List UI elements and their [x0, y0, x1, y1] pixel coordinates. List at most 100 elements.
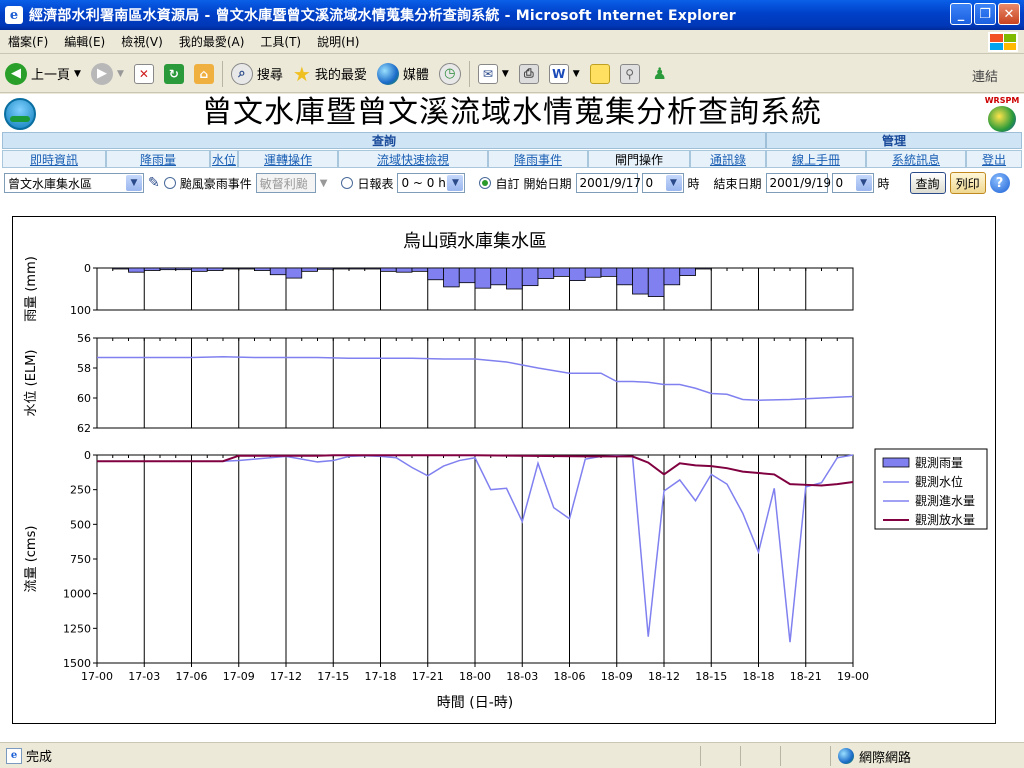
menu-view[interactable]: 檢視(V) — [113, 33, 171, 50]
rain-bar — [490, 267, 507, 286]
close-button[interactable]: ✕ — [998, 3, 1020, 25]
rain-bar — [332, 267, 350, 270]
rain-bar — [553, 267, 570, 277]
start-date-input[interactable]: 2001/9/17 — [575, 173, 641, 193]
messenger-button[interactable]: ♟ — [645, 58, 675, 90]
help-icon[interactable]: ? — [989, 173, 1010, 193]
star-icon: ★ — [292, 61, 311, 86]
nav-water-level[interactable]: 水位 — [212, 151, 236, 168]
home-button[interactable]: ⌂ — [189, 58, 219, 90]
edit-button[interactable]: W ▼ — [544, 58, 585, 90]
rain-bar — [443, 267, 460, 288]
nav-rainfall[interactable]: 降雨量 — [140, 151, 176, 168]
web-page: 曾文水庫暨曾文溪流域水情蒐集分析查詢系統 WRSPM 查詢 管理 即時資訊 降雨… — [0, 94, 1024, 742]
security-zone-label: 網際網路 — [859, 750, 912, 766]
research-button[interactable]: ⚲ — [615, 58, 645, 90]
forward-arrow-icon: ▶ — [90, 62, 113, 85]
start-hour-select[interactable]: 0 ▼ — [641, 173, 684, 193]
typhoon-event-radio[interactable] — [163, 177, 176, 189]
edit-dropdown-icon[interactable]: ▼ — [573, 69, 580, 79]
rain-bar — [521, 267, 539, 287]
menu-edit[interactable]: 編輯(E) — [56, 33, 113, 50]
nav-operation[interactable]: 運轉操作 — [264, 151, 312, 168]
end-hour-unit: 時 — [877, 176, 890, 191]
custom-range-radio[interactable] — [479, 177, 492, 189]
nav-group-query: 查詢 — [2, 132, 766, 149]
nav-system-message[interactable]: 系統訊息 — [892, 151, 940, 168]
x-tick-label: 17-15 — [317, 670, 349, 683]
favorites-button[interactable]: ★ 我的最愛 — [288, 58, 372, 90]
back-arrow-icon: ◀ — [5, 62, 27, 85]
chart-title: 烏山頭水庫集水區 — [403, 231, 547, 252]
nav-realtime-info[interactable]: 即時資訊 — [30, 151, 78, 168]
menu-file[interactable]: 檔案(F) — [0, 33, 56, 50]
x-tick-label: 17-09 — [223, 670, 255, 683]
menu-tools[interactable]: 工具(T) — [252, 33, 309, 50]
query-button[interactable]: 查詢 — [909, 172, 946, 194]
end-hour-value: 0 — [835, 176, 844, 190]
x-tick-label: 17-03 — [128, 670, 160, 683]
minimize-button[interactable]: _ — [950, 3, 972, 25]
area-select[interactable]: 曾文水庫集水區 ▼ — [4, 173, 144, 193]
typhoon-dropdown-icon[interactable]: ▼ — [320, 178, 328, 189]
rain-bar — [317, 267, 334, 270]
back-label: 上一頁 — [31, 68, 71, 83]
menu-help[interactable]: 說明(H) — [309, 33, 367, 50]
search-button[interactable]: ⌕ 搜尋 — [226, 58, 288, 90]
legend-entry: 觀測雨量 — [915, 456, 963, 470]
internet-globe-icon — [838, 748, 854, 764]
media-button[interactable]: 媒體 — [372, 58, 434, 90]
flow-y-tick-label: 500 — [70, 518, 91, 531]
typhoon-event-label: 颱風豪雨事件 — [179, 176, 252, 191]
maximize-button[interactable]: ❐ — [974, 3, 996, 25]
legend-entry: 觀測水位 — [915, 474, 963, 489]
mail-dropdown-icon[interactable]: ▼ — [502, 69, 509, 79]
status-divider — [830, 746, 831, 766]
nav-contacts[interactable]: 通訊錄 — [710, 151, 746, 168]
flow-y-tick-label: 250 — [70, 484, 91, 497]
pen-icon[interactable]: ✎ — [148, 175, 160, 191]
x-tick-label: 18-15 — [695, 670, 727, 683]
menu-favorites[interactable]: 我的最愛(A) — [171, 33, 253, 50]
status-divider — [780, 746, 781, 766]
forward-button[interactable]: ▶ ▼ — [86, 58, 129, 90]
typhoon-event-select[interactable]: 敏督利颱 — [255, 173, 316, 193]
nav-basin-quickview[interactable]: 流域快速檢視 — [377, 151, 449, 168]
nav-online-manual[interactable]: 線上手冊 — [792, 151, 840, 168]
refresh-button[interactable]: ↻ — [159, 58, 189, 90]
rain-bar — [695, 267, 712, 270]
history-icon: ◷ — [438, 62, 461, 85]
print-toolbar-button[interactable]: ⎙ — [514, 58, 544, 90]
flow-y-tick-label: 1000 — [63, 588, 91, 601]
forward-dropdown-icon[interactable]: ▼ — [117, 69, 124, 79]
nav-gate-operation[interactable]: 閘門操作 — [615, 151, 663, 168]
daily-report-radio[interactable] — [341, 177, 354, 189]
typhoon-event-value: 敏督利颱 — [259, 176, 308, 191]
flow-y-tick-label: 1500 — [63, 657, 91, 670]
rain-bar — [222, 267, 240, 270]
links-label[interactable]: 連結 — [972, 66, 998, 85]
page-done-icon: e — [6, 747, 22, 764]
discuss-button[interactable] — [585, 58, 615, 90]
level-y-tick-label: 62 — [77, 422, 91, 435]
start-hour-unit: 時 — [687, 176, 700, 191]
end-hour-select[interactable]: 0 ▼ — [831, 173, 874, 193]
stop-button[interactable]: ✕ — [129, 58, 159, 90]
end-date-input[interactable]: 2001/9/19 — [765, 173, 831, 193]
rain-bar — [411, 267, 429, 272]
rain-bar — [427, 267, 444, 281]
history-button[interactable]: ◷ — [434, 58, 466, 90]
rain-bar — [632, 267, 649, 295]
mail-button[interactable]: ✉ ▼ — [473, 58, 514, 90]
end-date-label: 結束日期 — [713, 176, 762, 191]
rain-bar — [647, 267, 665, 297]
daily-range-select[interactable]: 0 ~ 0 hr ▼ — [397, 173, 466, 193]
level-y-axis-label: 水位 (ELM) — [24, 350, 39, 417]
chevron-down-icon: ▼ — [855, 175, 872, 191]
back-dropdown-icon[interactable]: ▼ — [74, 69, 81, 79]
back-button[interactable]: ◀ 上一頁 ▼ — [0, 58, 86, 90]
rain-bar — [143, 267, 161, 271]
print-button[interactable]: 列印 — [949, 172, 986, 194]
nav-rain-event[interactable]: 降雨事件 — [514, 151, 562, 168]
nav-logout[interactable]: 登出 — [982, 151, 1006, 168]
